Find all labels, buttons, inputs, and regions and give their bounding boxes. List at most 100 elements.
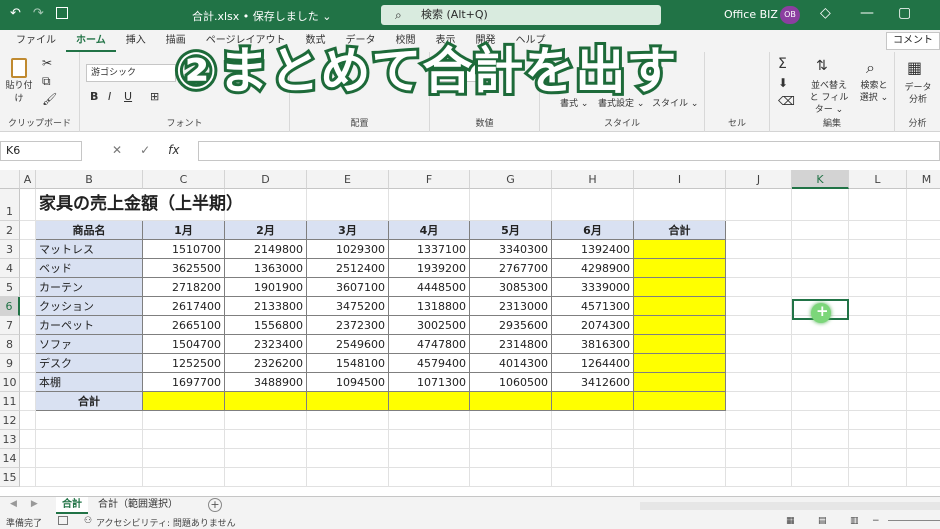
cell[interactable] — [907, 297, 940, 316]
cell[interactable] — [849, 240, 907, 259]
cell[interactable] — [389, 468, 470, 487]
diamond-icon[interactable]: ◇ — [820, 5, 831, 21]
column-header-d[interactable]: D — [225, 170, 307, 189]
cell[interactable] — [726, 392, 792, 411]
cell[interactable] — [849, 221, 907, 240]
sales-value-cell[interactable]: 1029300 — [307, 240, 389, 259]
cell[interactable] — [907, 221, 940, 240]
cell[interactable] — [389, 430, 470, 449]
row-header-3[interactable]: 3 — [0, 240, 20, 259]
cell[interactable] — [20, 411, 36, 430]
copy-icon[interactable]: ⧉ — [42, 74, 51, 89]
row-header-10[interactable]: 10 — [0, 373, 20, 392]
cell[interactable] — [792, 335, 849, 354]
product-name-cell[interactable]: カーペット — [36, 316, 143, 335]
row-header-11[interactable]: 11 — [0, 392, 20, 411]
cell[interactable] — [634, 449, 726, 468]
cell[interactable] — [792, 354, 849, 373]
cell[interactable] — [849, 189, 907, 221]
sales-value-cell[interactable]: 1094500 — [307, 373, 389, 392]
cell[interactable] — [726, 354, 792, 373]
cell[interactable] — [143, 468, 225, 487]
prev-sheet-icon[interactable]: ◀ — [10, 499, 17, 509]
minimize-icon[interactable]: — — [860, 5, 874, 21]
border-icon[interactable]: ⊞ — [150, 90, 159, 103]
cell[interactable] — [849, 316, 907, 335]
page-break-view-icon[interactable]: ▥ — [850, 516, 859, 526]
tab-file[interactable]: ファイル — [6, 30, 66, 52]
zoom-slider[interactable] — [888, 520, 940, 521]
cell[interactable] — [726, 259, 792, 278]
avatar[interactable]: OB — [780, 6, 800, 24]
cell[interactable] — [225, 468, 307, 487]
cell[interactable] — [36, 430, 143, 449]
sales-value-cell[interactable]: 2549600 — [307, 335, 389, 354]
page-layout-view-icon[interactable]: ▤ — [818, 516, 827, 526]
sales-value-cell[interactable]: 1337100 — [389, 240, 470, 259]
cell[interactable] — [389, 411, 470, 430]
total-cell[interactable] — [634, 316, 726, 335]
cell[interactable] — [20, 189, 36, 221]
sales-value-cell[interactable]: 1264400 — [552, 354, 634, 373]
total-cell[interactable] — [634, 335, 726, 354]
cell[interactable] — [552, 189, 634, 221]
cell[interactable] — [849, 354, 907, 373]
cell[interactable] — [470, 449, 552, 468]
cell[interactable] — [225, 430, 307, 449]
sales-value-cell[interactable]: 2372300 — [307, 316, 389, 335]
product-name-cell[interactable]: ソファ — [36, 335, 143, 354]
cell[interactable] — [726, 221, 792, 240]
cell[interactable] — [849, 373, 907, 392]
sales-value-cell[interactable]: 3816300 — [552, 335, 634, 354]
sheet-title[interactable]: 家具の売上金額（上半期） — [36, 189, 336, 221]
sales-value-cell[interactable]: 2512400 — [307, 259, 389, 278]
horizontal-scrollbar[interactable] — [640, 502, 940, 510]
cell[interactable] — [20, 373, 36, 392]
column-header-m[interactable]: M — [907, 170, 940, 189]
total-cell[interactable] — [143, 392, 225, 411]
cell[interactable] — [849, 468, 907, 487]
cell[interactable] — [907, 430, 940, 449]
comment-button[interactable]: コメント — [886, 32, 940, 50]
table-header-cell[interactable]: 6月 — [552, 221, 634, 240]
cell[interactable] — [849, 278, 907, 297]
column-header-l[interactable]: L — [849, 170, 907, 189]
row-header-2[interactable]: 2 — [0, 221, 20, 240]
column-header-h[interactable]: H — [552, 170, 634, 189]
total-cell[interactable] — [307, 392, 389, 411]
cell[interactable] — [470, 189, 552, 221]
row-header-1[interactable]: 1 — [0, 189, 20, 221]
cell[interactable] — [907, 468, 940, 487]
cell[interactable] — [36, 468, 143, 487]
cell[interactable] — [792, 449, 849, 468]
macro-record-icon[interactable] — [58, 516, 68, 525]
product-name-cell[interactable]: ベッド — [36, 259, 143, 278]
cell[interactable] — [389, 189, 470, 221]
cell[interactable] — [634, 189, 726, 221]
cell[interactable] — [849, 392, 907, 411]
cell[interactable] — [907, 259, 940, 278]
sales-value-cell[interactable]: 3340300 — [470, 240, 552, 259]
cell[interactable] — [634, 430, 726, 449]
restore-icon[interactable]: ▢ — [898, 5, 911, 21]
cell[interactable] — [389, 449, 470, 468]
product-name-cell[interactable]: カーテン — [36, 278, 143, 297]
sales-value-cell[interactable]: 2149800 — [225, 240, 307, 259]
cell[interactable] — [726, 449, 792, 468]
cell[interactable] — [726, 297, 792, 316]
total-cell[interactable] — [634, 240, 726, 259]
cell[interactable] — [307, 449, 389, 468]
document-title[interactable]: 合計.xlsx • 保存しました ⌄ — [192, 8, 332, 24]
fx-icon[interactable]: fx — [168, 143, 179, 157]
total-cell[interactable] — [634, 392, 726, 411]
cell[interactable] — [907, 240, 940, 259]
cut-icon[interactable]: ✂ — [42, 56, 52, 70]
row-header-12[interactable]: 12 — [0, 411, 20, 430]
total-label-cell[interactable]: 合計 — [36, 392, 143, 411]
name-box[interactable]: K6 — [0, 141, 82, 161]
cell[interactable] — [726, 240, 792, 259]
cell[interactable] — [792, 278, 849, 297]
find-select-button[interactable]: 検索と 選択 ⌄ — [856, 80, 892, 104]
total-cell[interactable] — [634, 354, 726, 373]
cell[interactable] — [792, 392, 849, 411]
